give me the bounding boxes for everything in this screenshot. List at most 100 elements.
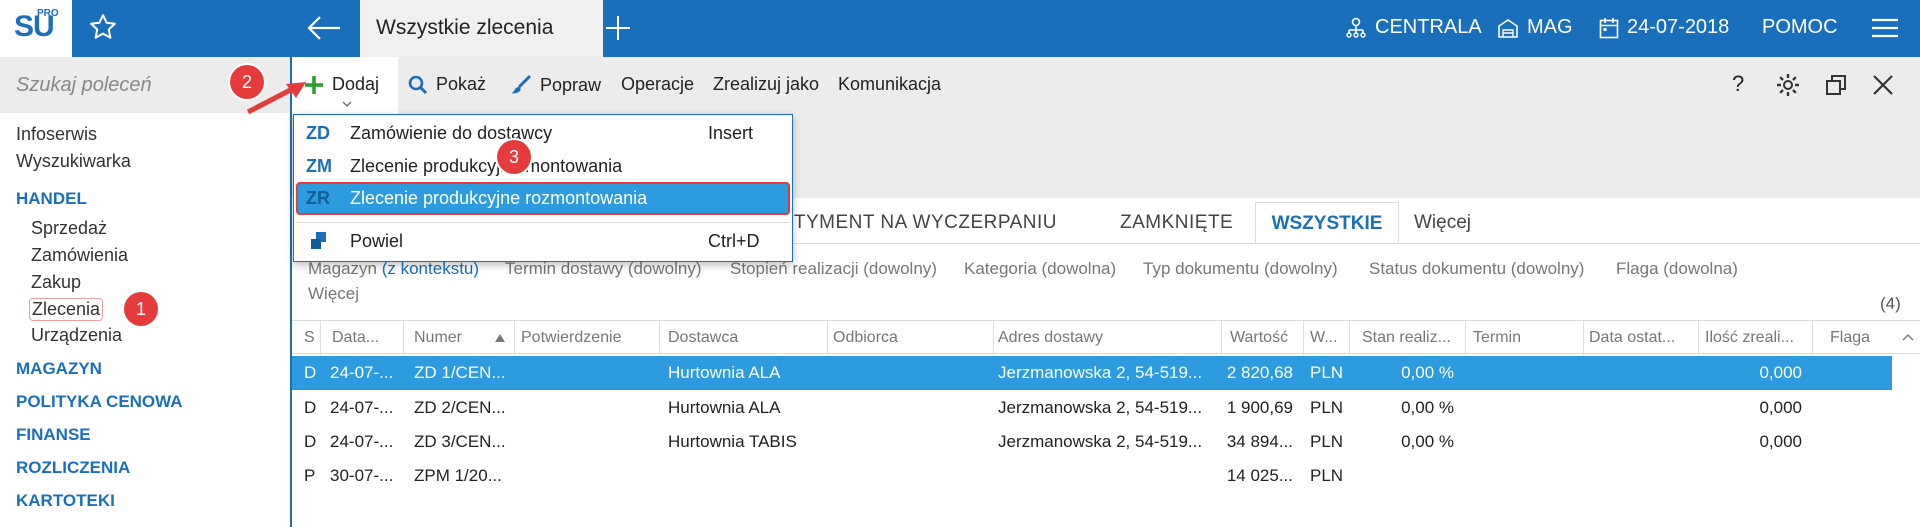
tab-zamkniete[interactable]: ZAMKNIĘTE [1120,212,1233,234]
col-divider [514,321,515,355]
col-header-odbiorca[interactable]: Odbiorca [833,329,898,347]
help-button[interactable]: ? [1732,71,1744,97]
gear-icon[interactable] [1776,73,1800,102]
add-button-label: Dodaj [332,74,380,94]
filter-termin-dostawy[interactable]: Termin dostawy (dowolny) [505,259,702,279]
menu-item-label: Zlecenie produkcyjne montowania [350,156,623,176]
filter-kategoria[interactable]: Kategoria (dowolna) [964,259,1116,279]
operations-button-label: Operacje [621,74,695,94]
cell-waluta: PLN [1310,398,1344,417]
add-button-content: Dodaj [304,74,379,95]
col-header-data-ostatniej[interactable]: Data ostat... [1589,329,1675,347]
sidebar-section-rozliczenia[interactable]: ROZLICZENIA [16,458,130,478]
close-icon[interactable] [1872,74,1894,101]
hamburger-menu-icon[interactable] [1870,16,1900,45]
cell-numer: ZPM 1/20... [414,466,502,485]
sidebar-section-polityka-cenowa[interactable]: POLITYKA CENOWA [16,392,183,412]
back-arrow-icon[interactable] [306,14,342,47]
filter-typ-dokumentu[interactable]: Typ dokumentu (dowolny) [1143,259,1338,279]
table-row[interactable]: D 24-07-... ZD 2/CEN... Hurtownia ALA Je… [292,391,1892,425]
filter-flaga[interactable]: Flaga (dowolna) [1616,259,1738,279]
sidebar-section-kartoteki[interactable]: KARTOTEKI [16,491,115,511]
sidebar-item-sprzedaz[interactable]: Sprzedaż [31,218,107,239]
menu-item-zamowienie-do-dostawcy[interactable]: ZD Zamówienie do dostawcy Insert [296,118,790,148]
col-divider [1698,321,1699,355]
sidebar-item-zlecenia[interactable]: Zlecenia [29,298,104,321]
cell-data: 30-07-... [330,466,394,485]
col-header-numer[interactable]: Numer [414,329,462,347]
cell-numer: ZD 1/CEN... [414,363,506,382]
scroll-up-chevron-icon[interactable] [1902,333,1914,341]
tab-asortyment-na-wyczerpaniu[interactable]: RTYMENT NA WYCZERPANIU [780,212,1057,234]
cell-dostawca: Hurtownia ALA [668,398,781,417]
cell-adres: Jerzmanowska 2, 54-519... [998,432,1203,451]
menu-item-zlecenie-rozmontowania[interactable]: ZR Zlecenie produkcyjne rozmontowania [296,182,790,215]
sidebar-item-urzadzenia[interactable]: Urządzenia [31,325,122,346]
tab-wiecej[interactable]: Więcej [1414,212,1471,234]
col-header-flaga[interactable]: Flaga [1830,329,1870,347]
tab-wszystkie-zlecenia[interactable]: Wszystkie zlecenia [360,0,603,57]
cell-waluta: PLN [1310,432,1344,451]
sort-asc-icon [495,334,505,342]
filter-magazyn[interactable]: Magazyn (z kontekstu) [308,259,479,279]
cell-wartosc: 34 894... [1226,432,1293,451]
cell-ilosc: 0,000 [1759,398,1802,417]
table-row[interactable]: D 24-07-... ZD 1/CEN... Hurtownia ALA Je… [292,356,1892,390]
app-logo[interactable]: SU PRO [0,0,72,57]
favorites-star-icon[interactable] [88,12,118,47]
edit-button[interactable]: Popraw [510,74,601,96]
calendar-icon [1599,17,1619,38]
table-row[interactable]: P 30-07-... ZPM 1/20... 14 025... PLN [292,459,1892,493]
col-header-data[interactable]: Data... [332,329,379,347]
filter-status-dokumentu[interactable]: Status dokumentu (dowolny) [1369,259,1584,279]
sidebar-section-handel[interactable]: HANDEL [16,189,87,209]
sidebar-section-magazyn[interactable]: MAGAZYN [16,359,102,379]
step-badge-3: 3 [497,140,531,174]
centrala-button[interactable]: CENTRALA [1345,16,1482,39]
col-divider [827,321,828,355]
sidebar-item-wyszukiwarka[interactable]: Wyszukiwarka [16,151,131,172]
col-header-ilosc-zrealizowana[interactable]: Ilość zreali... [1705,329,1794,347]
show-button[interactable]: Pokaż [408,74,486,95]
table-row[interactable]: D 24-07-... ZD 3/CEN... Hurtownia TABIS … [292,425,1892,459]
filter-stopien-realizacji[interactable]: Stopień realizacji (dowolny) [730,259,937,279]
cell-waluta: PLN [1310,363,1344,382]
col-header-wartosc[interactable]: Wartość [1230,329,1288,347]
cell-data: 24-07-... [330,432,394,451]
communication-button[interactable]: Komunikacja [838,74,941,95]
col-header-s[interactable]: S [304,329,315,347]
col-divider [1349,321,1350,355]
sidebar-item-zakup[interactable]: Zakup [31,272,81,293]
new-tab-plus-icon[interactable] [604,14,632,47]
col-header-potwierdzenie[interactable]: Potwierdzenie [521,329,622,347]
menu-item-label: Powiel [350,231,404,251]
menu-item-powiel[interactable]: Powiel Ctrl+D [296,226,790,256]
col-header-waluta[interactable]: W... [1310,329,1338,347]
menu-item-zlecenie-montowania[interactable]: ZM Zlecenie produkcyjne montowania [296,151,790,181]
tab-wszystkie[interactable]: WSZYSTKIE [1255,202,1399,244]
sidebar-item-infoserwis[interactable]: Infoserwis [16,124,97,145]
cell-ilosc: 0,000 [1759,363,1802,382]
col-header-dostawca[interactable]: Dostawca [668,329,738,347]
cell-data: 24-07-... [330,363,394,382]
realize-as-button[interactable]: Zrealizuj jako [713,74,819,95]
filter-wiecej[interactable]: Więcej [308,284,359,304]
cell-s: P [304,466,316,485]
add-dropdown-menu: ZD Zamówienie do dostawcy Insert ZM Zlec… [293,114,793,262]
cell-wartosc: 1 900,69 [1226,398,1293,417]
help-label: POMOC [1762,16,1838,38]
date-button[interactable]: 24-07-2018 [1599,16,1729,39]
col-header-stan-realizacji[interactable]: Stan realiz... [1362,329,1451,347]
restore-window-icon[interactable] [1825,74,1847,101]
cell-dostawca: Hurtownia TABIS [668,432,797,451]
org-structure-icon [1346,17,1366,38]
help-menu-button[interactable]: POMOC [1762,16,1838,39]
cell-ilosc: 0,000 [1759,432,1802,451]
communication-button-label: Komunikacja [838,74,942,94]
operations-button[interactable]: Operacje [621,74,694,95]
magazyn-button[interactable]: MAG [1497,16,1573,39]
col-header-adres[interactable]: Adres dostawy [998,329,1103,347]
sidebar-section-finanse[interactable]: FINANSE [16,425,91,445]
col-header-termin[interactable]: Termin [1473,329,1521,347]
sidebar-item-zamowienia[interactable]: Zamówienia [31,245,128,266]
